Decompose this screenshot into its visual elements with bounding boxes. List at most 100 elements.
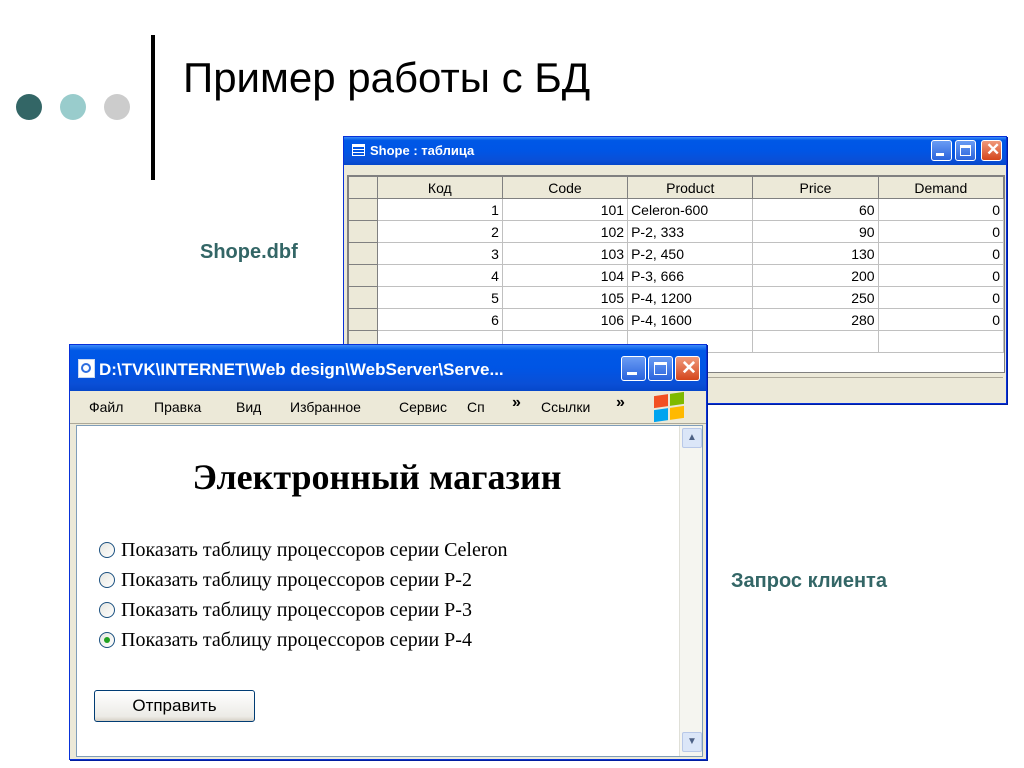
caption-table-file: Shope.dbf xyxy=(200,241,298,263)
row-selector[interactable] xyxy=(348,308,378,331)
links-bar-label[interactable]: Ссылки xyxy=(541,399,590,415)
scroll-up-icon[interactable]: ▲ xyxy=(682,428,702,448)
column-header[interactable]: Price xyxy=(752,176,879,199)
submit-button[interactable]: Отправить xyxy=(94,690,255,722)
minimize-button[interactable] xyxy=(621,356,646,381)
browser-window: D:\TVK\INTERNET\Web design\WebServer\Ser… xyxy=(69,344,707,760)
table-cell[interactable]: 4 xyxy=(376,264,503,287)
maximize-button[interactable] xyxy=(648,356,673,381)
table-cell[interactable]: 1 xyxy=(376,198,503,221)
table-cell[interactable]: 6 xyxy=(376,308,503,331)
table-cell[interactable]: 2 xyxy=(376,220,503,243)
links-chevron-icon[interactable]: » xyxy=(616,394,625,412)
menu-help[interactable]: Сп xyxy=(467,399,485,415)
page-heading: Электронный магазин xyxy=(192,457,562,497)
browser-titlebar[interactable]: D:\TVK\INTERNET\Web design\WebServer\Ser… xyxy=(70,345,706,391)
menu-tools[interactable]: Сервис xyxy=(399,399,447,415)
close-icon: ✕ xyxy=(986,140,1001,159)
menu-view[interactable]: Вид xyxy=(236,399,261,415)
scroll-down-icon[interactable]: ▼ xyxy=(682,732,702,752)
table-cell[interactable]: 101 xyxy=(501,198,629,221)
table-row[interactable]: 3 103 P-2, 450 130 0 xyxy=(348,242,1004,265)
table-cell[interactable]: 3 xyxy=(376,242,503,265)
table-row[interactable]: 2 102 P-2, 333 90 0 xyxy=(348,220,1004,243)
table-cell[interactable]: 250 xyxy=(752,286,879,309)
close-button[interactable]: ✕ xyxy=(981,140,1002,161)
radio-button[interactable] xyxy=(99,542,115,558)
table-cell[interactable]: P-2, 450 xyxy=(627,242,754,265)
radio-button[interactable] xyxy=(99,572,115,588)
table-cell[interactable]: 0 xyxy=(877,242,1004,265)
close-button[interactable]: ✕ xyxy=(675,356,700,381)
table-cell[interactable]: 102 xyxy=(501,220,629,243)
table-row[interactable]: 5 105 P-4, 1200 250 0 xyxy=(348,286,1004,309)
table-cell[interactable]: P-4, 1200 xyxy=(627,286,754,309)
menu-edit[interactable]: Правка xyxy=(154,399,201,415)
column-header[interactable]: Demand xyxy=(877,176,1004,199)
table-cell[interactable]: 103 xyxy=(501,242,629,265)
table-cell[interactable]: P-2, 333 xyxy=(627,220,754,243)
table-row[interactable]: 6 106 P-4, 1600 280 0 xyxy=(348,308,1004,331)
table-cell[interactable]: 90 xyxy=(752,220,879,243)
caption-client-request: Запрос клиента xyxy=(731,570,887,592)
table-cell[interactable]: P-4, 1600 xyxy=(627,308,754,331)
maximize-button[interactable] xyxy=(955,140,976,161)
table-cell[interactable]: 60 xyxy=(752,198,879,221)
title-divider xyxy=(151,35,155,180)
decor-dot-mid xyxy=(60,94,86,120)
decor-dot-dark xyxy=(16,94,42,120)
table-cell[interactable]: 0 xyxy=(877,308,1004,331)
row-selector[interactable] xyxy=(348,264,378,287)
browser-title: D:\TVK\INTERNET\Web design\WebServer\Ser… xyxy=(99,360,504,379)
decor-dot-light xyxy=(104,94,130,120)
table-cell[interactable]: 0 xyxy=(877,264,1004,287)
radio-checked-dot xyxy=(104,637,110,643)
table-cell[interactable]: P-3, 666 xyxy=(627,264,754,287)
table-cell[interactable] xyxy=(752,330,879,353)
table-header-row: Код Code Product Price Demand xyxy=(348,176,1004,199)
maximize-icon xyxy=(960,145,971,156)
radio-label[interactable]: Показать таблицу процессоров серии Celer… xyxy=(121,539,507,562)
column-header[interactable]: Product xyxy=(627,176,754,199)
radio-label[interactable]: Показать таблицу процессоров серии P-3 xyxy=(121,599,472,622)
table-cell[interactable]: 5 xyxy=(376,286,503,309)
table-cell[interactable]: 280 xyxy=(752,308,879,331)
minimize-icon xyxy=(936,153,944,156)
row-selector[interactable] xyxy=(348,198,378,221)
table-cell[interactable]: 0 xyxy=(877,286,1004,309)
table-cell[interactable]: 0 xyxy=(877,220,1004,243)
table-cell[interactable]: 0 xyxy=(877,198,1004,221)
table-cell[interactable]: 104 xyxy=(501,264,629,287)
table-cell[interactable]: 200 xyxy=(752,264,879,287)
table-cell[interactable]: 106 xyxy=(501,308,629,331)
menu-chevron-icon[interactable]: » xyxy=(512,394,521,412)
minimize-button[interactable] xyxy=(931,140,952,161)
row-selector-header xyxy=(348,176,378,199)
table-cell[interactable]: 105 xyxy=(501,286,629,309)
table-cell[interactable]: Celeron-600 xyxy=(627,198,754,221)
windows-logo-icon xyxy=(654,391,684,423)
column-header[interactable]: Code xyxy=(501,176,629,199)
radio-label[interactable]: Показать таблицу процессоров серии P-4 xyxy=(121,629,472,652)
row-selector[interactable] xyxy=(348,220,378,243)
table-window-titlebar[interactable]: Shope : таблица xyxy=(344,137,1006,165)
minimize-icon xyxy=(627,372,637,375)
table-icon xyxy=(352,144,365,156)
row-selector[interactable] xyxy=(348,242,378,265)
table-cell[interactable] xyxy=(877,330,1004,353)
radio-label[interactable]: Показать таблицу процессоров серии P-2 xyxy=(121,569,472,592)
radio-button-checked[interactable] xyxy=(99,632,115,648)
ie-document-icon xyxy=(78,359,95,378)
table-cell[interactable]: 130 xyxy=(752,242,879,265)
maximize-icon xyxy=(654,362,667,375)
column-header[interactable]: Код xyxy=(376,176,503,199)
radio-button[interactable] xyxy=(99,602,115,618)
page-content: Электронный магазин Показать таблицу про… xyxy=(76,425,703,757)
menu-file[interactable]: Файл xyxy=(89,399,123,415)
table-row[interactable]: 1 101 Celeron-600 60 0 xyxy=(348,198,1004,221)
row-selector[interactable] xyxy=(348,286,378,309)
table-window-title: Shope : таблица xyxy=(370,143,475,158)
menu-favorites[interactable]: Избранное xyxy=(290,399,361,415)
table-row[interactable]: 4 104 P-3, 666 200 0 xyxy=(348,264,1004,287)
vertical-scrollbar[interactable]: ▲ ▼ xyxy=(679,426,702,756)
